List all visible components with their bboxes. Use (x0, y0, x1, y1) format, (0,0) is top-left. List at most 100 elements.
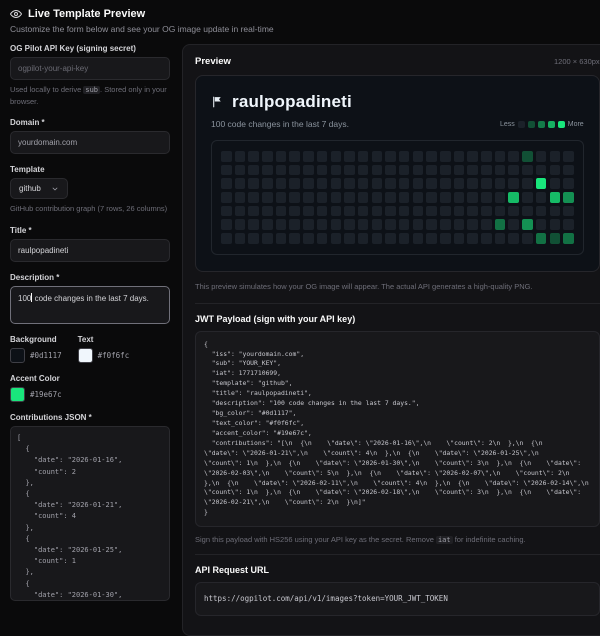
contribution-cell (522, 219, 533, 230)
contribution-cell (248, 219, 259, 230)
contribution-cell (481, 178, 492, 189)
contribution-cell (413, 151, 424, 162)
contribution-cell (221, 206, 232, 217)
contribution-cell (563, 178, 574, 189)
page: Live Template Preview Customize the form… (0, 0, 600, 636)
contribution-cell (454, 178, 465, 189)
jwt-heading: JWT Payload (sign with your API key) (195, 314, 600, 324)
contribution-cell (317, 192, 328, 203)
contribution-cell (385, 165, 396, 176)
contribution-cell (522, 178, 533, 189)
contribution-cell (399, 151, 410, 162)
contribution-cell (481, 151, 492, 162)
title-input[interactable] (10, 239, 170, 262)
contribution-cell (344, 151, 355, 162)
contribution-cell (399, 192, 410, 203)
contribution-cell (563, 192, 574, 203)
contributions-label: Contributions JSON * (10, 413, 170, 422)
contribution-cell (399, 206, 410, 217)
contribution-cell (454, 192, 465, 203)
contribution-cell (317, 165, 328, 176)
contribution-cell (303, 178, 314, 189)
domain-label: Domain * (10, 118, 170, 127)
contribution-cell (495, 219, 506, 230)
contribution-cell (248, 233, 259, 244)
contribution-cell (289, 206, 300, 217)
contribution-cell (426, 192, 437, 203)
contribution-cell (440, 151, 451, 162)
template-select[interactable]: github (10, 178, 68, 199)
contribution-cell (262, 151, 273, 162)
accent-color-label: Accent Color (10, 374, 170, 383)
contribution-legend-swatches (518, 121, 565, 128)
contribution-cell (413, 206, 424, 217)
contribution-cell (317, 178, 328, 189)
contribution-cell (372, 178, 383, 189)
contribution-cell (358, 233, 369, 244)
legend-swatch (548, 121, 555, 128)
api-key-input[interactable] (10, 57, 170, 80)
contribution-cell (536, 233, 547, 244)
contribution-cell (262, 233, 273, 244)
app-header: Live Template Preview Customize the form… (10, 8, 592, 34)
contribution-cell (454, 219, 465, 230)
contribution-cell (467, 178, 478, 189)
contribution-cell (522, 151, 533, 162)
contribution-cell (221, 233, 232, 244)
contribution-cell (413, 178, 424, 189)
api-url-section: API Request URL https://ogpilot.com/api/… (195, 554, 600, 616)
template-label: Template (10, 165, 170, 174)
contribution-cell (495, 233, 506, 244)
contribution-cell (344, 233, 355, 244)
eye-icon (10, 8, 22, 20)
contribution-cell (426, 165, 437, 176)
contribution-cell (248, 165, 259, 176)
background-hex: #0d1117 (30, 351, 62, 360)
contribution-cell (563, 165, 574, 176)
contribution-cell (550, 206, 561, 217)
preview-heading: Preview (195, 56, 231, 67)
og-title: raulpopadineti (232, 92, 352, 112)
contribution-cell (508, 192, 519, 203)
contribution-cell (248, 151, 259, 162)
text-swatch[interactable] (78, 348, 93, 363)
accent-swatch[interactable] (10, 387, 25, 402)
api-key-help: Used locally to derive sub. Stored only … (10, 84, 170, 107)
contribution-cell (303, 151, 314, 162)
contribution-cell (248, 178, 259, 189)
contribution-cell (440, 219, 451, 230)
background-swatch[interactable] (10, 348, 25, 363)
contribution-cell (303, 192, 314, 203)
contribution-cell (399, 233, 410, 244)
contribution-cell (303, 233, 314, 244)
legend-more-label: More (568, 121, 584, 128)
description-label: Description * (10, 273, 170, 282)
contribution-cell (454, 233, 465, 244)
legend-swatch (518, 121, 525, 128)
contribution-cell (481, 165, 492, 176)
contribution-cell (372, 165, 383, 176)
preview-dimensions: 1200 × 630px (554, 57, 600, 66)
preview-panel: Preview 1200 × 630px raulpopadineti 100 … (182, 44, 600, 636)
contribution-cell (221, 178, 232, 189)
contribution-cell (372, 151, 383, 162)
contribution-cell (550, 192, 561, 203)
contribution-cell (235, 165, 246, 176)
api-url-code: https://ogpilot.com/api/v1/images?token=… (195, 582, 600, 616)
contributions-json-textarea[interactable]: [ { "date": "2026-01-16", "count": 2 }, … (10, 426, 170, 601)
contribution-cell (522, 165, 533, 176)
api-url-heading: API Request URL (195, 565, 600, 575)
description-textarea[interactable]: 100 code changes in the last 7 days. (10, 286, 170, 324)
contribution-cell (467, 192, 478, 203)
contribution-cell (508, 219, 519, 230)
contribution-cell (317, 206, 328, 217)
contribution-cell (331, 233, 342, 244)
page-title: Live Template Preview (28, 8, 145, 20)
page-subtitle: Customize the form below and see your OG… (10, 24, 592, 34)
contribution-cell (221, 151, 232, 162)
domain-input[interactable] (10, 131, 170, 154)
contribution-cell (331, 192, 342, 203)
contribution-cell (372, 233, 383, 244)
contribution-cell (413, 165, 424, 176)
background-label: Background (10, 335, 62, 344)
